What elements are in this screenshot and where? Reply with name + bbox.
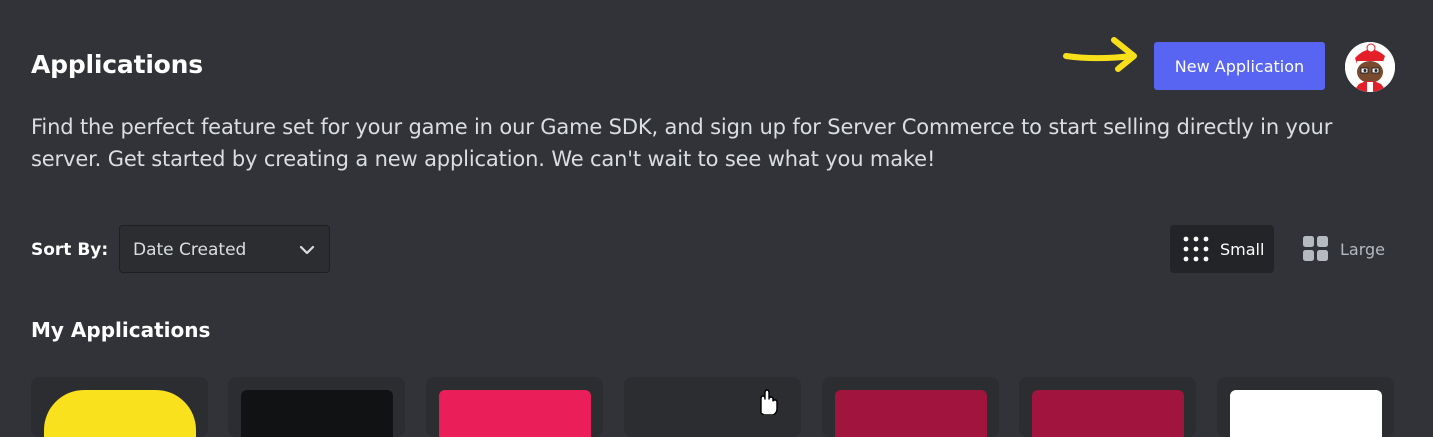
- view-small-button[interactable]: Small: [1170, 225, 1274, 273]
- application-card[interactable]: [228, 377, 405, 437]
- sort-select-value: Date Created: [133, 240, 247, 260]
- sort-by-label: Sort By:: [31, 240, 109, 260]
- avatar-icon: [1345, 42, 1395, 92]
- application-card-icon: [241, 390, 393, 437]
- view-large-button[interactable]: Large: [1290, 225, 1394, 273]
- hand-cursor-icon: [760, 389, 778, 415]
- sort-select[interactable]: Date Created: [119, 225, 330, 273]
- arrow-annotation-icon: [1063, 37, 1137, 72]
- application-card-icon: [439, 390, 591, 437]
- application-card[interactable]: [426, 377, 603, 437]
- chevron-down-icon: [299, 245, 315, 255]
- application-card-icon: [1230, 390, 1382, 437]
- view-large-label: Large: [1340, 239, 1386, 259]
- application-card[interactable]: [31, 377, 208, 437]
- new-application-button[interactable]: New Application: [1154, 42, 1325, 90]
- application-card[interactable]: [1019, 377, 1196, 437]
- large-grid-icon: [1303, 236, 1328, 261]
- small-grid-icon: [1183, 236, 1209, 262]
- application-card[interactable]: [1217, 377, 1394, 437]
- page-description: Find the perfect feature set for your ga…: [31, 115, 1333, 171]
- user-avatar[interactable]: [1345, 42, 1395, 92]
- application-card[interactable]: [822, 377, 999, 437]
- page-title: Applications: [31, 50, 203, 79]
- application-card-icon: [44, 390, 196, 437]
- my-applications-heading: My Applications: [31, 318, 211, 342]
- view-small-label: Small: [1220, 239, 1265, 259]
- application-card-icon: [1032, 390, 1184, 437]
- application-card-icon: [835, 390, 987, 437]
